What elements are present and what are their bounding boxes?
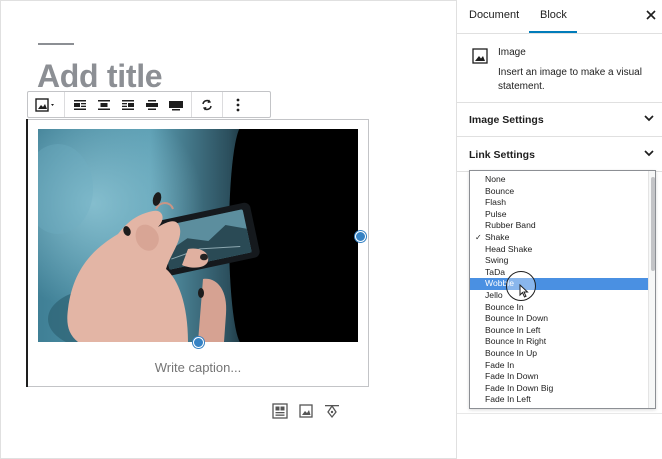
post-title-input[interactable]: Add title — [37, 58, 163, 95]
dropdown-option[interactable]: Bounce In — [470, 302, 648, 314]
block-image[interactable] — [38, 129, 358, 342]
dropdown-option[interactable]: Swing — [470, 255, 648, 267]
resize-handle-bottom[interactable] — [193, 337, 204, 348]
tab-block[interactable]: Block — [540, 9, 567, 21]
option-label: TaDa — [485, 266, 506, 277]
dropdown-option[interactable]: TaDa — [470, 267, 648, 279]
close-icon[interactable] — [644, 8, 658, 22]
dropdown-option[interactable]: Fade In Down Big — [470, 383, 648, 395]
option-label: Head Shake — [485, 243, 533, 254]
title-separator — [38, 43, 74, 45]
dropdown-option[interactable]: Fade In Left — [470, 394, 648, 406]
insert-gallery-button[interactable] — [271, 402, 289, 420]
option-label: Bounce — [485, 185, 515, 196]
option-label: Swing — [485, 255, 509, 266]
option-label: Flash — [485, 197, 507, 208]
option-label: Fade In Down Big — [485, 382, 554, 393]
block-name: Image — [498, 47, 526, 58]
block-switcher-button[interactable] — [31, 92, 61, 117]
insert-pen-button[interactable] — [323, 402, 341, 420]
option-label: Bounce In — [485, 301, 524, 312]
dropdown-option[interactable]: Bounce In Left — [470, 325, 648, 337]
insert-image-button[interactable] — [297, 402, 315, 420]
animation-options-list: None Bounce Flash Pulse Rubber Band ✓ Shake Hea… — [470, 174, 648, 406]
more-group — [223, 92, 253, 117]
tab-document[interactable]: Document — [469, 9, 519, 21]
align-wide-button[interactable] — [140, 92, 164, 117]
option-label: Shake — [485, 231, 510, 242]
dropdown-option[interactable]: None — [470, 174, 648, 186]
dropdown-option[interactable]: Bounce In Right — [470, 336, 648, 348]
dropdown-option[interactable]: Bounce — [470, 186, 648, 198]
more-options-button[interactable] — [226, 92, 250, 117]
dropdown-option[interactable]: Fade In — [470, 360, 648, 372]
chevron-down-icon — [644, 150, 654, 157]
dropdown-option[interactable]: ✓ Shake — [470, 232, 648, 244]
dropdown-option[interactable]: Bounce In Down — [470, 313, 648, 325]
dropdown-scrollbar[interactable] — [648, 171, 655, 408]
block-selection-accent — [26, 119, 28, 387]
panel-title: Image Settings — [469, 114, 544, 126]
replace-image-button[interactable] — [195, 92, 219, 117]
align-full-icon — [169, 100, 183, 110]
align-center-icon — [98, 99, 110, 110]
dropdown-option[interactable]: Jello — [470, 290, 648, 302]
align-full-button[interactable] — [164, 92, 188, 117]
option-label: None — [485, 174, 506, 184]
option-label: Rubber Band — [485, 220, 536, 231]
panel-divider — [457, 413, 662, 414]
active-tab-indicator — [529, 31, 577, 33]
align-right-icon — [122, 99, 134, 110]
image-icon — [472, 48, 488, 64]
option-label: Bounce In Left — [485, 324, 541, 335]
option-label: Bounce In Down — [485, 313, 549, 324]
block-description: Insert an image to make a visual stateme… — [498, 67, 642, 92]
option-label: Jello — [485, 289, 503, 300]
option-label: Bounce In Right — [485, 336, 547, 347]
dropdown-option[interactable]: Wobble — [470, 278, 648, 290]
dropdown-option[interactable]: Rubber Band — [470, 220, 648, 232]
resize-handle-right[interactable] — [355, 231, 366, 242]
replace-icon — [202, 99, 212, 110]
frame-left-border — [0, 0, 1, 459]
animation-select-dropdown[interactable]: None Bounce Flash Pulse Rubber Band ✓ Shake Hea… — [469, 170, 656, 409]
inserter-shortcuts — [271, 402, 341, 420]
panel-title: Link Settings — [469, 149, 535, 161]
block-type-group — [28, 92, 65, 117]
dropdown-option[interactable]: Bounce In Up — [470, 348, 648, 360]
photo-hand-holding-phone — [38, 129, 358, 342]
align-right-button[interactable] — [116, 92, 140, 117]
more-options-icon — [236, 98, 240, 111]
image-icon — [299, 404, 313, 418]
align-left-icon — [74, 99, 86, 110]
option-label: Bounce In Up — [485, 347, 538, 358]
option-label: Fade In Left — [485, 394, 531, 405]
pen-tool-icon — [325, 404, 339, 419]
scrollbar-thumb[interactable] — [651, 177, 655, 271]
mouse-pointer-icon — [519, 284, 529, 298]
checkmark-icon: ✓ — [475, 232, 482, 242]
image-icon — [35, 97, 54, 112]
panel-image-settings[interactable]: Image Settings — [457, 102, 662, 137]
block-toolbar — [27, 91, 271, 118]
option-label: Fade In Down — [485, 371, 539, 382]
align-left-button[interactable] — [68, 92, 92, 117]
chevron-down-icon — [644, 115, 654, 122]
dropdown-option[interactable]: Pulse — [470, 209, 648, 221]
replace-group — [192, 92, 223, 117]
block-card: Image Insert an image to make a visual s… — [457, 34, 662, 103]
caption-input[interactable]: Write caption... — [28, 360, 368, 375]
option-label: Pulse — [485, 208, 507, 219]
option-label: Fade In — [485, 359, 515, 370]
dropdown-option[interactable]: Fade In Down — [470, 371, 648, 383]
sidebar-tabs: Document Block — [457, 0, 662, 34]
alignment-group — [65, 92, 192, 117]
align-wide-icon — [146, 99, 158, 110]
panel-link-settings[interactable]: Link Settings — [457, 137, 662, 172]
align-center-button[interactable] — [92, 92, 116, 117]
image-block[interactable]: Write caption... — [26, 119, 369, 387]
gallery-icon — [272, 403, 288, 419]
dropdown-option[interactable]: Head Shake — [470, 244, 648, 256]
dropdown-option[interactable]: Flash — [470, 197, 648, 209]
